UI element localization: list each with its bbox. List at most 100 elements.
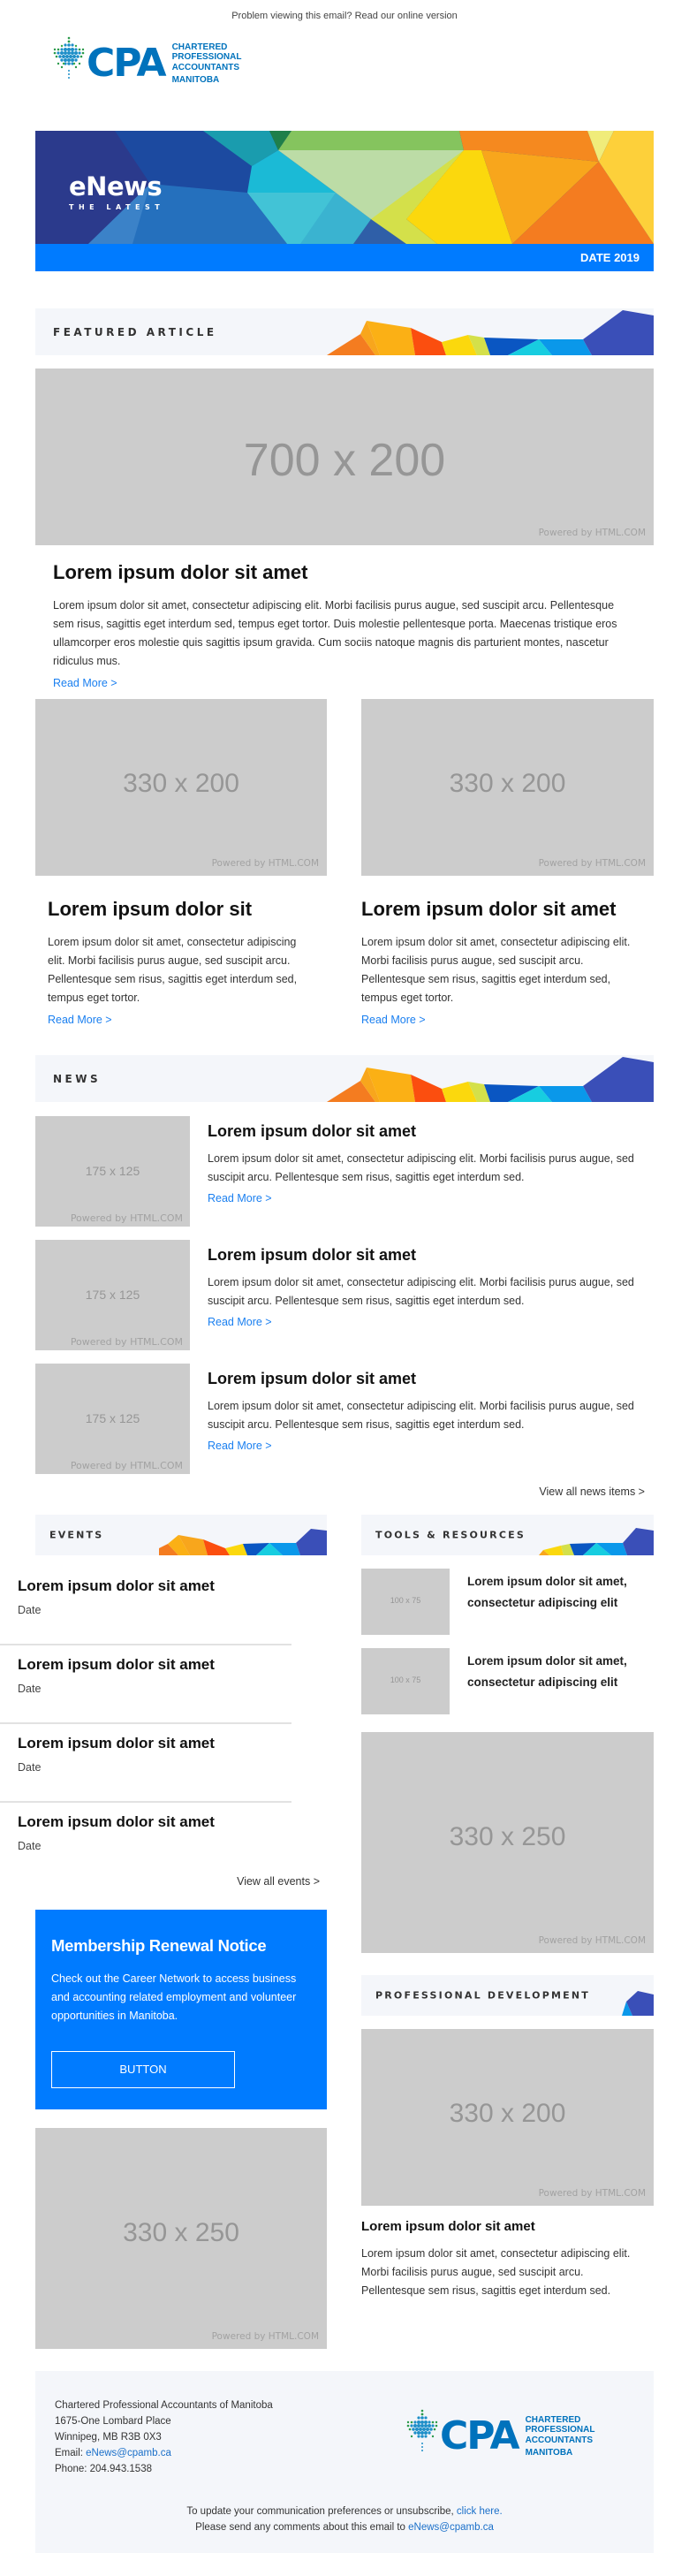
section-polygon-art — [539, 1528, 654, 1555]
section-polygon-art — [327, 1057, 654, 1102]
news-image[interactable]: 175 x 125 Powered by HTML.COM — [35, 1364, 190, 1474]
event-title[interactable]: Lorem ipsum dolor sit amet — [18, 1813, 215, 1831]
news-image[interactable]: 175 x 125 Powered by HTML.COM — [35, 1116, 190, 1227]
event-item[interactable]: Lorem ipsum dolor sit amet Date — [0, 1805, 292, 1881]
maple-leaf-icon — [406, 2408, 438, 2459]
column-body: Lorem ipsum dolor sit amet, consectetur … — [48, 936, 298, 1004]
pd-body: Lorem ipsum dolor sit amet, consectetur … — [361, 2247, 631, 2297]
logo-line: CHARTERED — [525, 2415, 581, 2426]
notice-body: Check out the Career Network to access b… — [51, 1972, 297, 2022]
section-heading: NEWS — [53, 1072, 102, 1085]
prefs-end: . — [499, 2506, 503, 2517]
column-image[interactable]: 330 x 200 Powered by HTML.COM — [35, 699, 327, 876]
logo-text: CHARTERED PROFESSIONAL ACCOUNTANTS MANIT… — [172, 42, 242, 85]
tool-image[interactable]: 100 x 75 — [361, 1648, 450, 1714]
view-all-news-link[interactable]: View all news items > — [35, 1486, 645, 1498]
image-credit: Powered by HTML.COM — [211, 858, 319, 869]
logo-line: ACCOUNTANTS — [171, 62, 240, 72]
image-credit: Powered by HTML.COM — [211, 2331, 319, 2342]
event-item[interactable]: Lorem ipsum dolor sit amet Date — [0, 1569, 292, 1645]
notice-button[interactable]: BUTTON — [51, 2051, 235, 2088]
comments-email-link[interactable]: eNews@cpamb.ca — [408, 2522, 494, 2533]
tools-ad-image[interactable]: 330 x 250 Powered by HTML.COM — [361, 1732, 654, 1953]
cpa-wordmark: CPA — [440, 2413, 520, 2458]
column-read-more-link[interactable]: Read More > — [361, 1014, 644, 1026]
footer-email-link[interactable]: eNews@cpamb.ca — [86, 2448, 171, 2458]
news-read-more-link[interactable]: Read More > — [208, 1192, 649, 1204]
section-heading: PROFESSIONAL DEVELOPMENT — [375, 1989, 590, 2002]
section-header-professional-development: PROFESSIONAL DEVELOPMENT — [361, 1975, 654, 2016]
tool-title[interactable]: Lorem ipsum dolor sit amet, consectetur … — [467, 1651, 644, 1693]
image-credit: Powered by HTML.COM — [538, 2188, 646, 2199]
news-body: Lorem ipsum dolor sit amet, consectetur … — [208, 1276, 634, 1307]
news-image[interactable]: 175 x 125 Powered by HTML.COM — [35, 1240, 190, 1350]
event-item[interactable]: Lorem ipsum dolor sit amet Date — [0, 1726, 292, 1803]
preheader[interactable]: Problem viewing this email? Read our onl… — [0, 11, 689, 21]
footer-prefs: To update your communication preferences… — [35, 2504, 654, 2519]
section-heading: TOOLS & RESOURCES — [375, 1529, 526, 1541]
event-date: Date — [18, 1840, 42, 1852]
featured-read-more-link[interactable]: Read More > — [53, 677, 636, 689]
featured-article: Lorem ipsum dolor sit amet Lorem ipsum d… — [53, 561, 636, 689]
news-title[interactable]: Lorem ipsum dolor sit amet — [208, 1122, 649, 1141]
section-header-tools: TOOLS & RESOURCES — [361, 1515, 654, 1555]
footer: Chartered Professional Accountants of Ma… — [35, 2371, 654, 2553]
footer-address-line: Winnipeg, MB R3B 0X3 — [55, 2432, 162, 2443]
footer-email: Email: eNews@cpamb.ca — [55, 2445, 273, 2461]
news-item: Lorem ipsum dolor sit amet Lorem ipsum d… — [208, 1122, 649, 1204]
hero-banner: eNews THE LATEST — [35, 131, 654, 244]
unsubscribe-link[interactable]: click here — [457, 2506, 500, 2517]
section-header-news: NEWS — [35, 1055, 654, 1102]
column-read-more-link[interactable]: Read More > — [48, 1014, 313, 1026]
footer-address: Chartered Professional Accountants of Ma… — [55, 2397, 273, 2477]
pd-article: Lorem ipsum dolor sit amet Lorem ipsum d… — [361, 2219, 648, 2300]
date-bar: DATE 2019 — [35, 244, 654, 271]
event-date: Date — [18, 1604, 42, 1616]
news-title[interactable]: Lorem ipsum dolor sit amet — [208, 1246, 649, 1265]
image-credit: Powered by HTML.COM — [70, 1460, 183, 1471]
event-title[interactable]: Lorem ipsum dolor sit amet — [18, 1577, 215, 1595]
event-title[interactable]: Lorem ipsum dolor sit amet — [18, 1735, 215, 1752]
column-title[interactable]: Lorem ipsum dolor sit amet — [361, 898, 644, 921]
news-read-more-link[interactable]: Read More > — [208, 1440, 649, 1452]
event-date: Date — [18, 1761, 42, 1774]
section-polygon-art — [327, 310, 654, 355]
left-ad-image[interactable]: 330 x 250 Powered by HTML.COM — [35, 2128, 327, 2349]
event-item[interactable]: Lorem ipsum dolor sit amet Date — [0, 1647, 292, 1724]
image-dimensions: 175 x 125 — [85, 1288, 140, 1302]
news-title[interactable]: Lorem ipsum dolor sit amet — [208, 1370, 649, 1388]
image-dimensions: 330 x 200 — [449, 2099, 566, 2128]
footer-address-line: 1675-One Lombard Place — [55, 2416, 171, 2427]
news-read-more-link[interactable]: Read More > — [208, 1316, 649, 1328]
logo-text: CHARTERED PROFESSIONAL ACCOUNTANTS MANIT… — [526, 2415, 595, 2458]
footer-notices: To update your communication preferences… — [35, 2504, 654, 2535]
featured-image[interactable]: 700 x 200 Powered by HTML.COM — [35, 369, 654, 545]
column-title[interactable]: Lorem ipsum dolor sit — [48, 898, 313, 921]
tool-title[interactable]: Lorem ipsum dolor sit amet, consectetur … — [467, 1571, 644, 1614]
section-header-events: EVENTS — [35, 1515, 327, 1555]
image-dimensions: 175 x 125 — [85, 1411, 140, 1425]
footer-comments: Please send any comments about this emai… — [35, 2519, 654, 2535]
pd-title[interactable]: Lorem ipsum dolor sit amet — [361, 2219, 648, 2234]
image-dimensions: 330 x 250 — [449, 1822, 566, 1851]
featured-title[interactable]: Lorem ipsum dolor sit amet — [53, 561, 636, 584]
pd-image[interactable]: 330 x 200 Powered by HTML.COM — [361, 2029, 654, 2206]
featured-body: Lorem ipsum dolor sit amet, consectetur … — [53, 599, 617, 667]
image-credit: Powered by HTML.COM — [538, 858, 646, 869]
tool-image[interactable]: 100 x 75 — [361, 1569, 450, 1635]
view-all-events-link[interactable]: View all events > — [35, 1875, 320, 1888]
news-body: Lorem ipsum dolor sit amet, consectetur … — [208, 1152, 634, 1183]
email-label: Email: — [55, 2448, 87, 2458]
section-heading: FEATURED ARTICLE — [53, 325, 217, 338]
column-image[interactable]: 330 x 200 Powered by HTML.COM — [361, 699, 654, 876]
membership-notice: Membership Renewal Notice Check out the … — [35, 1910, 327, 2109]
image-credit: Powered by HTML.COM — [70, 1336, 183, 1348]
logo-line: PROFESSIONAL — [525, 2425, 595, 2435]
image-dimensions: 330 x 200 — [123, 769, 239, 798]
image-dimensions: 100 x 75 — [390, 1596, 421, 1605]
image-dimensions: 100 x 75 — [390, 1676, 421, 1684]
image-dimensions: 700 x 200 — [243, 435, 446, 486]
event-title[interactable]: Lorem ipsum dolor sit amet — [18, 1656, 215, 1674]
news-item: Lorem ipsum dolor sit amet Lorem ipsum d… — [208, 1370, 649, 1452]
event-date: Date — [18, 1683, 42, 1695]
